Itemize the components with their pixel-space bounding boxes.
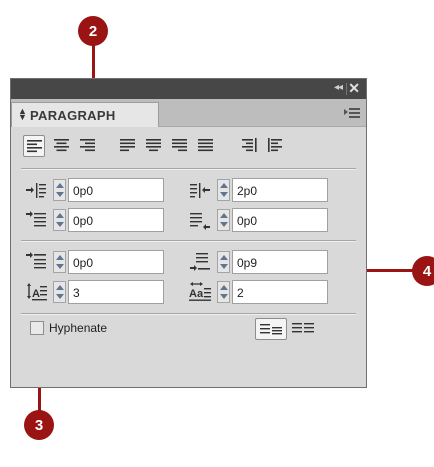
align-towards-spine-button[interactable] xyxy=(239,135,261,157)
collapse-icon[interactable]: ◂◂ xyxy=(334,82,343,93)
align-center-button[interactable] xyxy=(51,135,73,157)
svg-text:Aa: Aa xyxy=(189,288,204,300)
drop-cap-lines-stepper[interactable] xyxy=(53,281,66,303)
single-line-composer-button[interactable] xyxy=(289,318,321,340)
justify-all-icon xyxy=(198,139,213,152)
titlebar-separator xyxy=(346,83,347,95)
left-indent-stepper[interactable] xyxy=(53,179,66,201)
callout-4: 4 xyxy=(412,256,434,286)
last-line-indent-field[interactable]: 0p0 xyxy=(232,208,328,232)
right-indent-field[interactable]: 2p0 xyxy=(232,178,328,202)
space-before-stepper[interactable] xyxy=(53,251,66,273)
callout-3: 3 xyxy=(24,410,54,440)
align-away-from-spine-icon xyxy=(268,138,282,152)
divider-3 xyxy=(21,313,356,315)
first-line-indent-field[interactable]: 0p0 xyxy=(68,208,164,232)
callout-2: 2 xyxy=(78,16,108,46)
space-after-field[interactable]: 0p9 xyxy=(232,250,328,274)
drop-cap-characters-icon: Aa xyxy=(189,281,211,303)
left-indent-field[interactable]: 0p0 xyxy=(68,178,164,202)
last-line-indent-stepper[interactable] xyxy=(217,209,230,231)
first-line-indent-stepper[interactable] xyxy=(53,209,66,231)
space-before-field[interactable]: 0p0 xyxy=(68,250,164,274)
hyphenate-label: Hyphenate xyxy=(49,321,108,335)
drop-cap-characters-stepper[interactable] xyxy=(217,281,230,303)
single-line-composer-icon xyxy=(292,323,314,333)
align-right-icon xyxy=(80,139,95,152)
justify-center-button[interactable] xyxy=(143,135,165,157)
right-indent-stepper[interactable] xyxy=(217,179,230,201)
close-icon[interactable]: ✕ xyxy=(348,80,360,97)
tab-paragraph[interactable]: ▲ ▼ PARAGRAPH xyxy=(11,102,159,128)
align-right-button[interactable] xyxy=(77,135,99,157)
paragraph-composer-button[interactable] xyxy=(255,318,287,340)
hyphenate-checkbox[interactable] xyxy=(30,321,44,335)
justify-left-button[interactable] xyxy=(117,135,139,157)
justify-left-icon xyxy=(120,139,135,152)
justify-right-button[interactable] xyxy=(169,135,191,157)
justify-all-button[interactable] xyxy=(195,135,217,157)
divider-2 xyxy=(21,240,356,242)
left-indent-icon xyxy=(25,179,47,201)
align-center-icon xyxy=(54,139,69,152)
drop-cap-lines-icon: A xyxy=(25,281,47,303)
last-line-indent-icon xyxy=(189,209,211,231)
panel-titlebar: ◂◂ ✕ xyxy=(11,79,366,99)
paragraph-composer-icon xyxy=(260,324,282,335)
right-indent-icon xyxy=(189,179,211,201)
justify-right-icon xyxy=(172,139,187,152)
align-left-button[interactable] xyxy=(23,135,45,157)
justify-center-icon xyxy=(146,139,161,152)
align-towards-spine-icon xyxy=(242,138,257,152)
drop-cap-characters-field[interactable]: 2 xyxy=(232,280,328,304)
panel-menu-icon[interactable] xyxy=(344,107,360,119)
align-away-from-spine-button[interactable] xyxy=(265,135,287,157)
divider-1 xyxy=(21,168,356,170)
space-before-icon xyxy=(25,251,47,273)
svg-text:A: A xyxy=(32,288,40,300)
tab-arrows-icon: ▲ ▼ xyxy=(18,106,27,122)
panel-body: 0p0 2p0 0p0 0p0 0p0 0p9 A 3 Aa 2 Hyphena… xyxy=(11,127,366,387)
tab-row: ▲ ▼ PARAGRAPH xyxy=(11,99,366,128)
drop-cap-lines-field[interactable]: 3 xyxy=(68,280,164,304)
space-after-stepper[interactable] xyxy=(217,251,230,273)
space-after-icon xyxy=(189,251,211,273)
align-left-icon xyxy=(27,140,42,153)
panel-title: PARAGRAPH xyxy=(30,108,116,123)
first-line-indent-icon xyxy=(25,209,47,231)
paragraph-panel: ◂◂ ✕ ▲ ▼ PARAGRAPH 0p0 2p0 0p0 0p0 0p0 0… xyxy=(10,78,367,388)
